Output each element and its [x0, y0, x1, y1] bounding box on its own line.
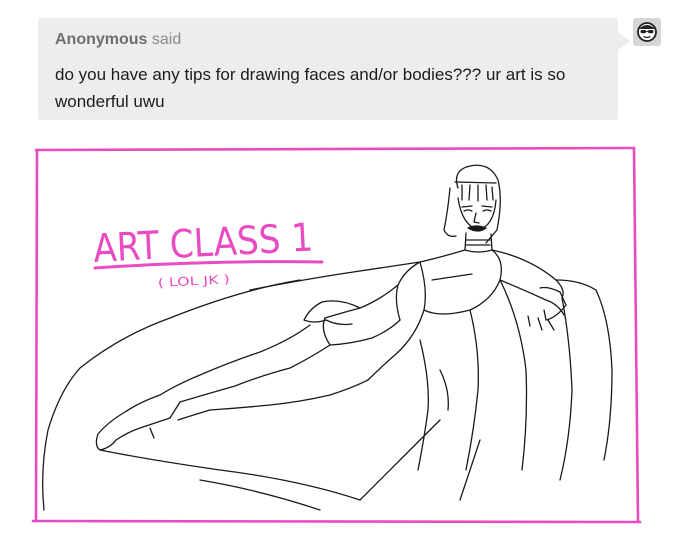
question-text: do you have any tips for drawing faces a…: [55, 65, 566, 111]
answerer-avatar[interactable]: [633, 18, 661, 46]
asker-name[interactable]: Anonymous: [55, 31, 147, 48]
sunglasses-face-icon: [637, 22, 657, 42]
sketch-lines: [42, 164, 613, 511]
asker-line: Anonymous said: [55, 30, 600, 50]
art-subtitle: ( LOL JK ): [157, 272, 230, 290]
pink-frame: [31, 146, 642, 524]
ask-bubble: Anonymous said do you have any tips for …: [38, 18, 630, 120]
said-label: said: [151, 31, 182, 48]
art-class-sketch: ART CLASS 1 ( LOL JK ): [31, 146, 642, 524]
